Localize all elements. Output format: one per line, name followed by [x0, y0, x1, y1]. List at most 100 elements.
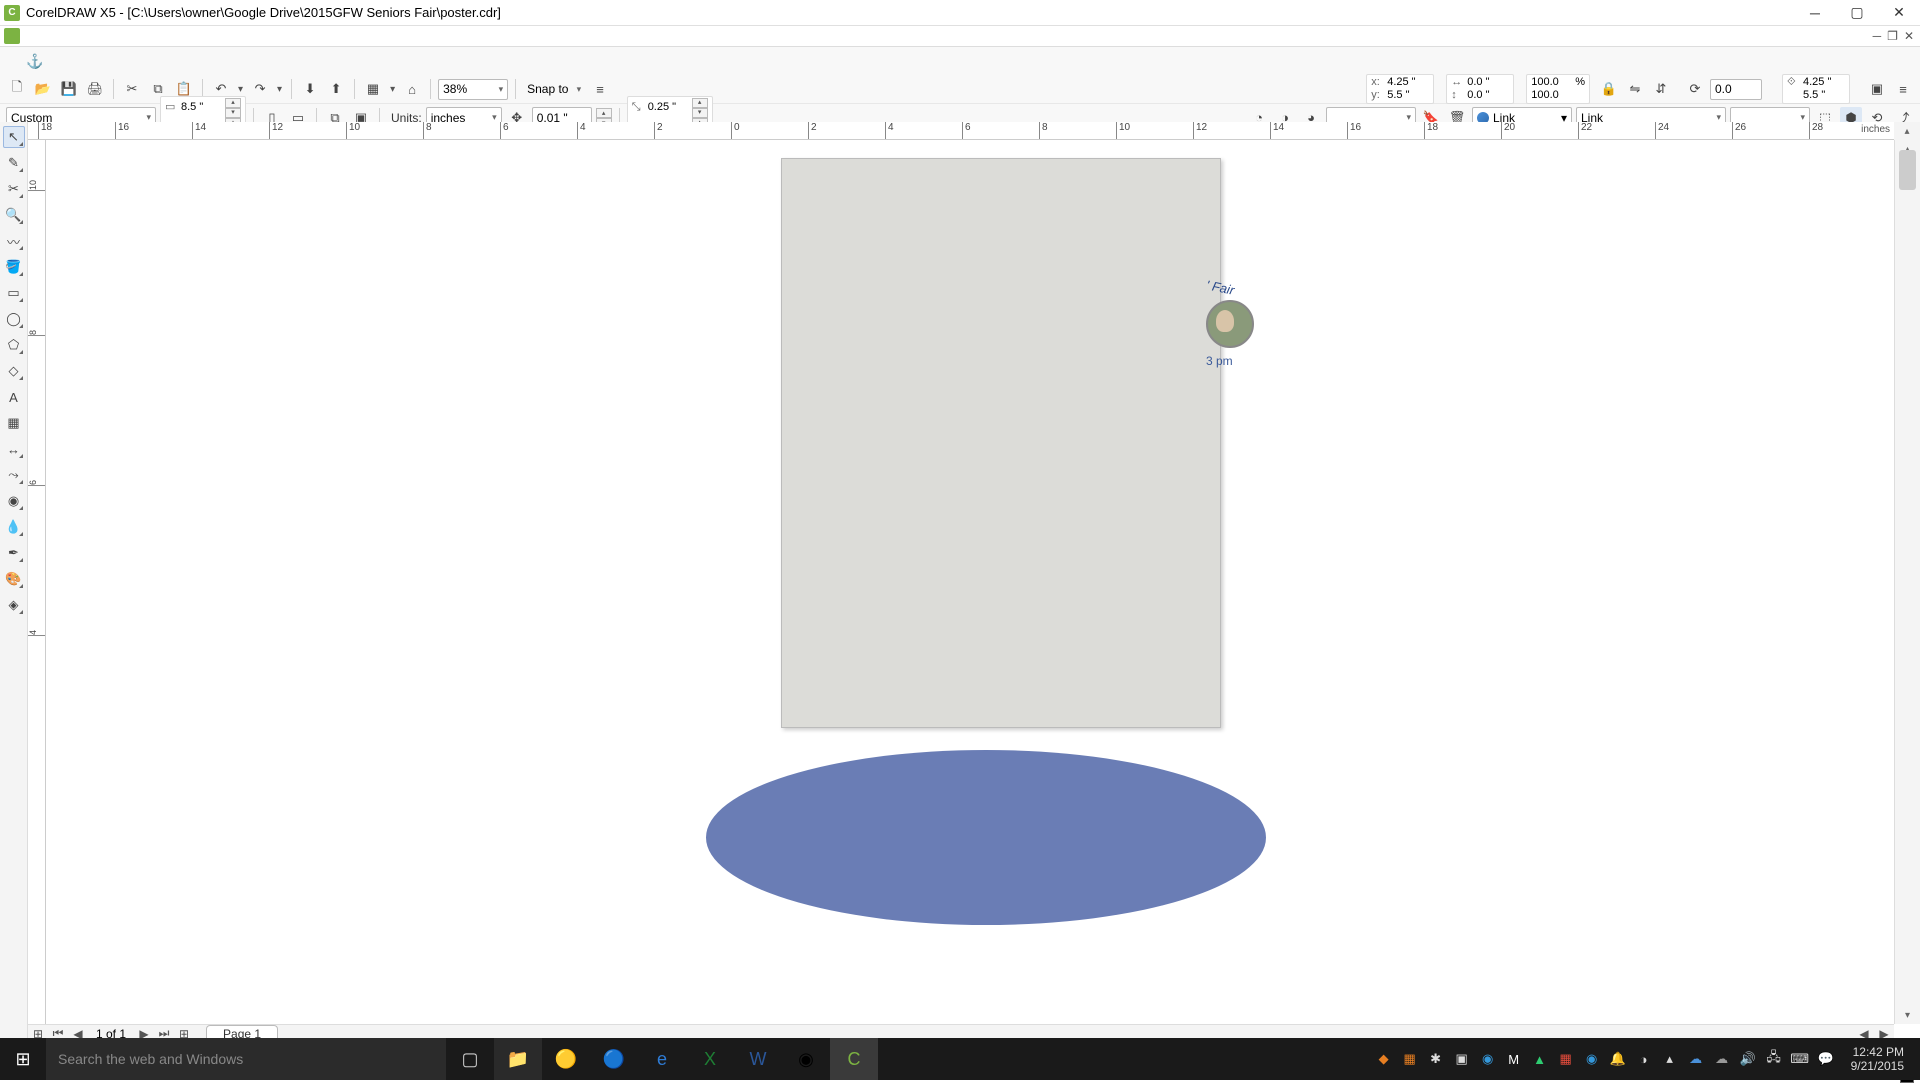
welcome-button[interactable]: ⌂ — [401, 78, 423, 100]
crop-tool[interactable]: ✂ — [3, 178, 25, 200]
title-bar: C CorelDRAW X5 - [C:\Users\owner\Google … — [0, 0, 1920, 26]
search-placeholder: Search the web and Windows — [58, 1051, 243, 1067]
scale-factor[interactable]: 100.0% 100.0 — [1526, 74, 1590, 104]
interactive-fill-tool[interactable]: ◈ — [3, 594, 25, 616]
windows-taskbar: ⊞ Search the web and Windows ▢ 📁 🟡 🔵 e X… — [0, 1038, 1920, 1080]
tray-icon-9[interactable]: ◉ — [1583, 1050, 1601, 1068]
menu-bar: ─ ❐ ✕ — [0, 26, 1920, 46]
freehand-tool[interactable]: 〰 — [3, 230, 25, 252]
eyedropper-tool[interactable]: 💧 — [3, 516, 25, 538]
tray-icon-1[interactable]: ◆ — [1375, 1050, 1393, 1068]
interactive-blend-tool[interactable]: ◉ — [3, 490, 25, 512]
mdi-restore-button[interactable]: ❐ — [1887, 29, 1898, 43]
taskbar-search[interactable]: Search the web and Windows — [46, 1038, 446, 1080]
tray-icon-7[interactable]: ▲ — [1531, 1050, 1549, 1068]
mdi-close-button[interactable]: ✕ — [1904, 29, 1914, 43]
obs-app[interactable]: ◉ — [782, 1038, 830, 1080]
cursor-position: x:4.25 " y:5.5 " — [1366, 74, 1434, 104]
cut-button[interactable]: ✂ — [121, 78, 143, 100]
open-button[interactable]: 📂 — [32, 78, 54, 100]
zoom-value: 38% — [443, 82, 467, 96]
explorer-app[interactable]: 📁 — [494, 1038, 542, 1080]
tray-icon-3[interactable]: ✱ — [1427, 1050, 1445, 1068]
table-tool[interactable]: ▦ — [3, 412, 25, 434]
nudge-up[interactable]: ▴ — [596, 108, 612, 118]
tray-action-center[interactable]: 💬 — [1817, 1050, 1835, 1068]
redo-button[interactable]: ↷ — [249, 78, 271, 100]
zoom-tool[interactable]: 🔍 — [3, 204, 25, 226]
mdi-minimize-button[interactable]: ─ — [1873, 29, 1882, 43]
save-button[interactable]: 💾 — [58, 78, 80, 100]
tray-keyboard[interactable]: ⌨ — [1791, 1050, 1809, 1068]
taskbar-clock[interactable]: 12:42 PM 9/21/2015 — [1843, 1045, 1912, 1073]
duplicate-distance[interactable]: ⟐4.25 " 5.5 " — [1782, 74, 1850, 104]
scrollbar-vertical[interactable]: ▴ ▾ — [1894, 140, 1920, 1024]
print-button[interactable]: 🖨 — [84, 78, 106, 100]
import-button[interactable]: ⬇ — [299, 78, 321, 100]
edge-app[interactable]: e — [638, 1038, 686, 1080]
polygon-tool[interactable]: ⬠ — [3, 334, 25, 356]
dimension-tool[interactable]: ↔ — [3, 438, 25, 460]
tray-cloud-2[interactable]: ☁ — [1713, 1050, 1731, 1068]
pick-tool[interactable]: ↖ — [3, 126, 25, 148]
connector-tool[interactable]: ⤳ — [3, 464, 25, 486]
object-size[interactable]: ↔0.0 " ↕0.0 " — [1446, 74, 1514, 104]
toolbox: ↖ ✎ ✂ 🔍 〰 🪣 ▭ ◯ ⬠ ◇ A ▦ ↔ ⤳ ◉ 💧 ✒ 🎨 ◈ — [0, 122, 28, 1080]
align-button[interactable]: ≡ — [1892, 78, 1914, 100]
fill-tool[interactable]: 🎨 — [3, 568, 25, 590]
options-button[interactable]: ≡ — [589, 78, 611, 100]
snap-to-menu[interactable]: Snap to ▾ — [523, 79, 585, 100]
tray-icon-4[interactable]: ▣ — [1453, 1050, 1471, 1068]
coreldraw-app[interactable]: C — [830, 1038, 878, 1080]
tray-icon-6[interactable]: M — [1505, 1050, 1523, 1068]
ellipse-shape[interactable] — [706, 750, 1266, 925]
tray-network[interactable]: 🖧 — [1765, 1050, 1783, 1068]
rectangle-tool[interactable]: ▭ — [3, 282, 25, 304]
minimize-button[interactable]: ─ — [1798, 2, 1832, 24]
rotate-icon: ⟳ — [1684, 78, 1706, 100]
ellipse-tool[interactable]: ◯ — [3, 308, 25, 330]
mirror-h-button[interactable]: ⇋ — [1624, 78, 1646, 100]
rotation-input[interactable]: 0.0 — [1710, 79, 1762, 100]
smart-fill-tool[interactable]: 🪣 — [3, 256, 25, 278]
clipart-text: ' Fair — [1205, 277, 1236, 298]
tray-icon-2[interactable]: ▦ — [1401, 1050, 1419, 1068]
drawing-canvas[interactable]: ' Fair 3 pm — [46, 140, 1894, 1024]
clipart-group[interactable]: ' Fair 3 pm — [1206, 280, 1254, 368]
scroll-down-icon[interactable]: ▾ — [1895, 1006, 1920, 1024]
clipart-photo — [1206, 300, 1254, 348]
tray-cloud-1[interactable]: ☁ — [1687, 1050, 1705, 1068]
word-app[interactable]: W — [734, 1038, 782, 1080]
tray-arrow-up[interactable]: ▴ — [1661, 1050, 1679, 1068]
tray-volume[interactable]: 🔊 — [1739, 1050, 1757, 1068]
anchor-icon: ⚓ — [26, 53, 43, 70]
outline-tool[interactable]: ✒ — [3, 542, 25, 564]
start-button[interactable]: ⊞ — [0, 1038, 46, 1080]
text-tool[interactable]: A — [3, 386, 25, 408]
lock-ratio-button[interactable]: 🔒 — [1598, 78, 1620, 100]
mirror-v-button[interactable]: ⇵ — [1650, 78, 1672, 100]
close-button[interactable]: ✕ — [1882, 2, 1916, 24]
excel-app[interactable]: X — [686, 1038, 734, 1080]
page-background — [781, 158, 1221, 728]
clipart-time: 3 pm — [1206, 354, 1254, 368]
shape-tool[interactable]: ✎ — [3, 152, 25, 174]
tray-icon-5[interactable]: ◉ — [1479, 1050, 1497, 1068]
skype-app[interactable]: 🔵 — [590, 1038, 638, 1080]
taskview-button[interactable]: ▢ — [446, 1038, 494, 1080]
ruler-vertical[interactable]: 10864 — [28, 140, 46, 1024]
app-launcher-button[interactable]: ▦ — [362, 78, 384, 100]
tray-icon-10[interactable]: ◑ — [1635, 1050, 1653, 1068]
basic-shapes-tool[interactable]: ◇ — [3, 360, 25, 382]
tray-notifications[interactable]: 🔔 — [1609, 1050, 1627, 1068]
snap-label: Snap to — [527, 82, 568, 96]
new-button[interactable]: 🗋 — [6, 78, 28, 100]
ruler-horizontal[interactable]: 181614121086420246810121416182022242628 … — [28, 122, 1894, 140]
wrap-button[interactable]: ▣ — [1866, 78, 1888, 100]
tray-icon-8[interactable]: ▦ — [1557, 1050, 1575, 1068]
maximize-button[interactable]: ▢ — [1840, 2, 1874, 24]
color-palette-arrow[interactable]: ▴ — [1894, 122, 1920, 140]
export-button[interactable]: ⬆ — [325, 78, 347, 100]
chrome-app[interactable]: 🟡 — [542, 1038, 590, 1080]
zoom-combo[interactable]: 38% ▾ — [438, 79, 508, 100]
